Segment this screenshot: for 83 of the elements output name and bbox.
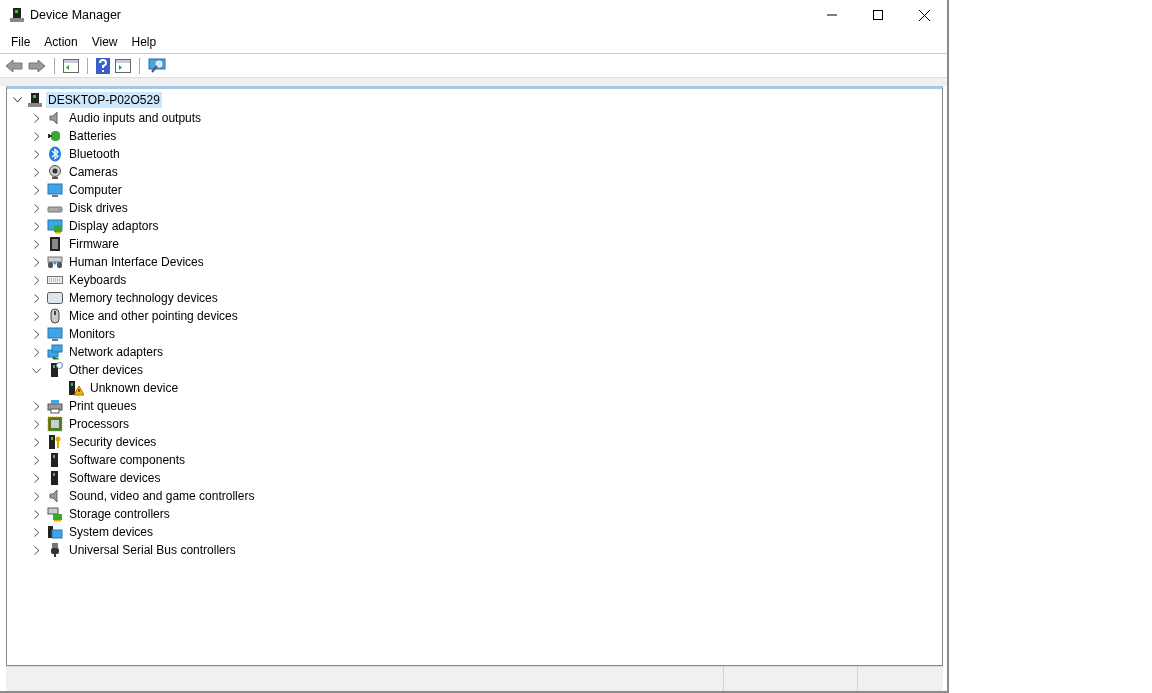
help-icon[interactable] xyxy=(96,57,110,74)
expand-chevron-icon[interactable] xyxy=(32,491,41,501)
tree-item[interactable]: Bluetooth xyxy=(67,146,122,162)
tree-item[interactable]: Keyboards xyxy=(67,272,129,288)
expand-chevron-icon[interactable] xyxy=(32,545,41,555)
tree-item[interactable]: Other devices xyxy=(67,362,146,378)
maximize-icon xyxy=(873,10,883,20)
expand-chevron-icon[interactable] xyxy=(32,311,41,321)
expand-chevron-icon[interactable] xyxy=(32,401,41,411)
expand-chevron-icon[interactable] xyxy=(32,329,41,339)
expand-chevron-icon[interactable] xyxy=(32,455,41,465)
expand-chevron-icon[interactable] xyxy=(32,167,41,177)
battery-icon xyxy=(47,128,63,144)
tree-item[interactable]: Unknown device xyxy=(88,380,181,396)
expand-chevron-icon[interactable] xyxy=(32,221,41,231)
panel-icon[interactable] xyxy=(115,58,131,73)
tree-item[interactable]: Sound, video and game controllers xyxy=(67,488,257,504)
computer-tower-icon xyxy=(10,7,24,23)
menu-item[interactable]: Action xyxy=(37,34,85,49)
tree-item[interactable]: Cameras xyxy=(67,164,120,180)
menu-item[interactable]: View xyxy=(84,34,125,49)
menu-item[interactable]: File xyxy=(4,34,38,49)
expand-chevron-icon[interactable] xyxy=(32,113,41,123)
collapse-chevron-icon[interactable] xyxy=(13,97,22,103)
tree-item[interactable]: Monitors xyxy=(67,326,117,342)
tree-item[interactable]: Processors xyxy=(67,416,132,432)
printer-icon xyxy=(47,398,63,414)
expand-chevron-icon[interactable] xyxy=(32,149,41,159)
storage-icon xyxy=(47,506,63,522)
tree-item[interactable]: Software components xyxy=(67,452,188,468)
mouse-icon xyxy=(47,308,63,324)
key-device-icon xyxy=(47,434,63,450)
expand-chevron-icon[interactable] xyxy=(32,257,41,267)
expand-chevron-icon[interactable] xyxy=(32,509,41,519)
expand-chevron-icon[interactable] xyxy=(32,437,41,447)
close-icon xyxy=(918,9,930,21)
system-icon xyxy=(47,524,63,540)
window-title: Device Manager xyxy=(30,8,121,22)
expand-chevron-icon[interactable] xyxy=(32,473,41,483)
gamepad-icon xyxy=(47,254,63,270)
device-warning-icon xyxy=(68,380,84,396)
monitor-icon xyxy=(47,182,63,198)
network-icon xyxy=(47,344,63,360)
tree-item[interactable]: Memory technology devices xyxy=(67,290,220,306)
tree-item[interactable]: Batteries xyxy=(67,128,119,144)
tree-item[interactable]: Computer xyxy=(67,182,124,198)
expand-chevron-icon[interactable] xyxy=(32,131,41,141)
tree-item[interactable]: Print queues xyxy=(67,398,139,414)
expand-chevron-icon[interactable] xyxy=(32,275,41,285)
bluetooth-icon xyxy=(47,146,63,162)
tree-item[interactable]: Disk drives xyxy=(67,200,130,216)
monitor-search-icon[interactable] xyxy=(148,57,166,74)
tree-item[interactable]: System devices xyxy=(67,524,156,540)
expand-chevron-icon[interactable] xyxy=(32,203,41,213)
tree-item[interactable]: Software devices xyxy=(67,470,163,486)
panel-icon[interactable] xyxy=(63,58,79,73)
tree-item[interactable]: Firmware xyxy=(67,236,121,252)
camera-icon xyxy=(47,164,63,180)
expand-chevron-icon[interactable] xyxy=(32,293,41,303)
expand-chevron-icon[interactable] xyxy=(32,347,41,357)
tree-item[interactable]: Display adaptors xyxy=(67,218,161,234)
forward-arrow-icon[interactable] xyxy=(28,58,46,73)
expand-chevron-icon[interactable] xyxy=(32,185,41,195)
collapse-chevron-icon[interactable] xyxy=(32,365,41,375)
card-icon xyxy=(47,218,63,234)
memory-icon xyxy=(47,290,63,306)
tree-item[interactable]: Storage controllers xyxy=(67,506,172,522)
tree-item[interactable]: Universal Serial Bus controllers xyxy=(67,542,238,558)
monitor-icon xyxy=(47,326,63,342)
expand-chevron-icon[interactable] xyxy=(32,239,41,249)
tree-item[interactable]: Human Interface Devices xyxy=(67,254,206,270)
cpu-icon xyxy=(47,416,63,432)
tree-item[interactable]: DESKTOP-P02O529 xyxy=(46,92,162,108)
expand-chevron-icon[interactable] xyxy=(32,419,41,429)
tree-item[interactable]: Network adapters xyxy=(67,344,166,360)
tree-item[interactable]: Mice and other pointing devices xyxy=(67,308,240,324)
back-arrow-icon[interactable] xyxy=(5,58,23,73)
chip-icon xyxy=(47,236,63,252)
computer-tower-icon xyxy=(28,92,42,108)
tree-item[interactable]: Audio inputs and outputs xyxy=(67,110,204,126)
expand-chevron-icon[interactable] xyxy=(32,527,41,537)
menu-item[interactable]: Help xyxy=(124,34,164,49)
tree-item[interactable]: Security devices xyxy=(67,434,159,450)
